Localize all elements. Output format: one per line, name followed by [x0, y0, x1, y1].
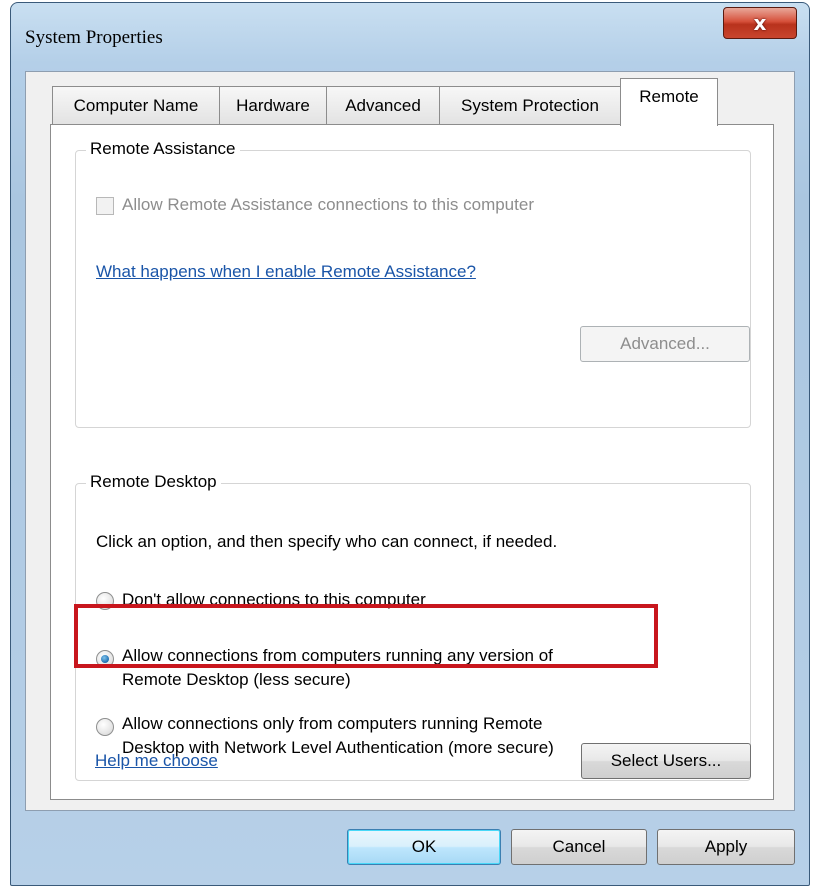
- tab-hardware[interactable]: Hardware: [219, 86, 327, 124]
- remote-assistance-checkbox-label: Allow Remote Assistance connections to t…: [122, 195, 534, 214]
- tab-label: Hardware: [236, 95, 310, 115]
- remote-assistance-checkbox[interactable]: [96, 197, 114, 215]
- select-users-button[interactable]: Select Users...: [581, 743, 751, 779]
- title-bar[interactable]: System Properties x: [11, 3, 809, 71]
- group-title-remote-desktop: Remote Desktop: [86, 472, 221, 492]
- radio-allow-nla-only[interactable]: [96, 718, 114, 736]
- tab-label: System Protection: [461, 95, 599, 115]
- apply-button[interactable]: Apply: [657, 829, 795, 865]
- tab-label: Remote: [639, 87, 699, 106]
- cancel-button[interactable]: Cancel: [511, 829, 647, 865]
- tab-label: Advanced: [345, 95, 421, 115]
- remote-tab-panel: Remote Assistance Allow Remote Assistanc…: [50, 124, 774, 800]
- cancel-button-label: Cancel: [552, 837, 606, 856]
- apply-button-label: Apply: [704, 837, 748, 856]
- group-title-remote-assistance: Remote Assistance: [86, 139, 240, 159]
- tab-computer-name[interactable]: Computer Name: [52, 86, 220, 124]
- close-button[interactable]: x: [723, 7, 797, 39]
- remote-desktop-instructions: Click an option, and then specify who ca…: [96, 532, 558, 551]
- selected-option-highlight: [74, 604, 658, 668]
- ok-button[interactable]: OK: [347, 829, 501, 865]
- advanced-button-label: Advanced...: [620, 334, 710, 353]
- help-me-choose-link[interactable]: Help me choose: [95, 751, 218, 771]
- radio-allow-nla-only-label-line1[interactable]: Allow connections only from computers ru…: [122, 714, 542, 734]
- system-properties-window: System Properties x Computer Name Hardwa…: [10, 2, 810, 886]
- tab-remote[interactable]: Remote: [620, 78, 718, 126]
- advanced-button[interactable]: Advanced...: [580, 326, 750, 362]
- close-icon: x: [753, 11, 767, 35]
- dialog-client-area: Computer Name Hardware Advanced System P…: [25, 71, 795, 811]
- tab-label: Computer Name: [73, 95, 199, 115]
- radio-allow-any-version-label-line2[interactable]: Remote Desktop (less secure): [122, 670, 351, 690]
- tab-advanced[interactable]: Advanced: [326, 86, 440, 124]
- remote-assistance-help-link[interactable]: What happens when I enable Remote Assist…: [96, 262, 476, 282]
- remote-assistance-group: Remote Assistance Allow Remote Assistanc…: [75, 139, 751, 428]
- window-title: System Properties: [25, 27, 163, 48]
- select-users-button-label: Select Users...: [610, 751, 722, 770]
- tab-system-protection[interactable]: System Protection: [439, 86, 621, 124]
- ok-button-label: OK: [411, 837, 437, 856]
